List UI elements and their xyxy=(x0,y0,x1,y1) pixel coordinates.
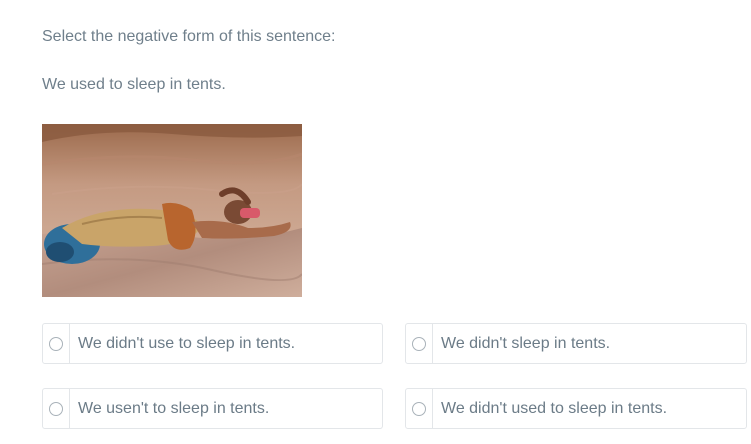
answer-label: We didn't sleep in tents. xyxy=(441,334,611,352)
radio-button[interactable] xyxy=(49,401,63,416)
radio-button[interactable] xyxy=(412,336,426,351)
question-sentence: We used to sleep in tents. xyxy=(42,76,226,93)
radio-button[interactable] xyxy=(49,336,63,351)
answer-label: We didn't use to sleep in tents. xyxy=(78,334,296,352)
question-photo xyxy=(42,124,302,297)
answer-option-2[interactable]: We didn't sleep in tents. xyxy=(405,323,747,364)
question-prompt: Select the negative form of this sentenc… xyxy=(42,28,336,45)
radio-cell xyxy=(406,324,433,363)
answer-label: We didn't used to sleep in tents. xyxy=(441,399,668,417)
radio-cell xyxy=(406,389,433,428)
radio-cell xyxy=(43,389,70,428)
radio-cell xyxy=(43,324,70,363)
quiz-question: Select the negative form of this sentenc… xyxy=(0,0,751,444)
answer-option-1[interactable]: We didn't use to sleep in tents. xyxy=(42,323,383,364)
answer-option-3[interactable]: We usen't to sleep in tents. xyxy=(42,388,383,429)
answer-option-4[interactable]: We didn't used to sleep in tents. xyxy=(405,388,747,429)
answer-label: We usen't to sleep in tents. xyxy=(78,399,270,417)
radio-button[interactable] xyxy=(412,401,426,416)
